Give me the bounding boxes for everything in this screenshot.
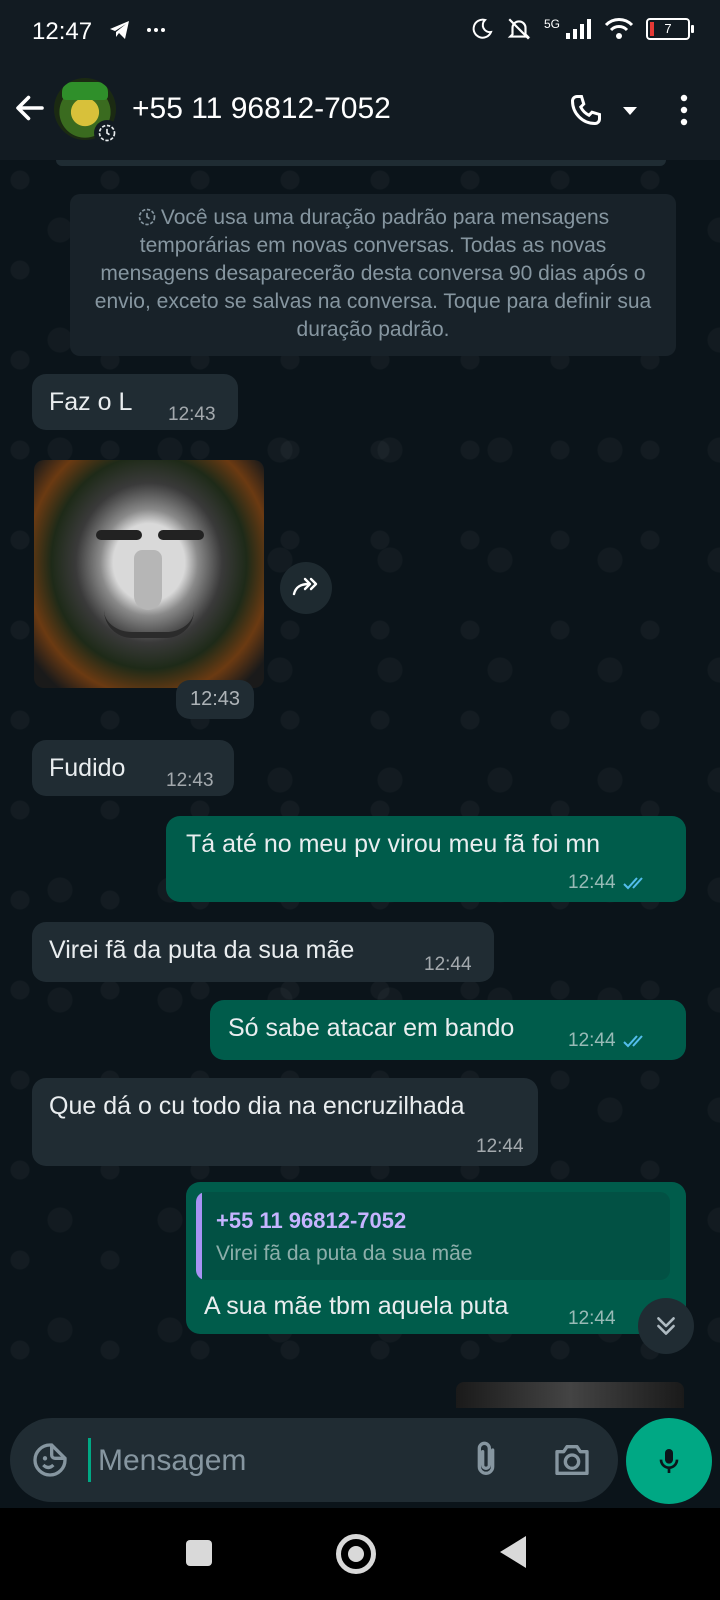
do-not-disturb-moon-icon [472, 18, 493, 39]
image-time: 12:43 [176, 680, 255, 719]
quoted-message[interactable]: +55 11 96812-7052 Virei fã da puta da su… [196, 1192, 670, 1280]
message-text: A sua mãe tbm aquela puta [204, 1292, 509, 1320]
quoted-text: Virei fã da puta da sua mãe [216, 1242, 473, 1265]
message-time: 12:44 [424, 954, 472, 975]
disappearing-messages-notice[interactable]: Você usa uma duração padrão para mensage… [70, 194, 676, 356]
wifi-icon [604, 18, 634, 39]
call-options-dropdown-icon[interactable] [620, 100, 640, 120]
attach-paperclip-icon[interactable] [466, 1438, 506, 1482]
system-back-button[interactable] [500, 1536, 526, 1568]
contact-name[interactable]: +55 11 96812-7052 [132, 92, 391, 126]
phone-call-icon[interactable] [568, 92, 604, 128]
quoted-author: +55 11 96812-7052 [216, 1208, 407, 1233]
home-button[interactable] [336, 1534, 376, 1574]
message-text: Que dá o cu todo dia na encruzilhada [49, 1092, 465, 1120]
muted-bell-icon [507, 18, 531, 40]
status-bar: 12:47 5G 7 [0, 0, 720, 64]
message-bubble-incoming[interactable]: Que dá o cu todo dia na encruzilhada 12:… [32, 1078, 538, 1166]
image-message[interactable] [34, 460, 264, 688]
message-time: 12:44 [568, 1308, 616, 1329]
voice-record-button[interactable] [626, 1418, 712, 1504]
timer-icon [138, 208, 156, 226]
notice-text: Você usa uma duração padrão para mensage… [94, 206, 652, 341]
message-time: 12:43 [166, 770, 214, 791]
message-list[interactable]: Você usa uma duração padrão para mensage… [0, 160, 720, 1408]
message-bubble-incoming[interactable]: Fudido 12:43 [32, 740, 234, 796]
image-message-partial[interactable] [456, 1382, 684, 1408]
message-time-value: 12:44 [568, 1030, 616, 1051]
system-navigation-bar [0, 1508, 720, 1600]
message-text: Tá até no meu pv virou meu fã foi mn [186, 830, 601, 858]
microphone-icon [659, 1449, 679, 1473]
composer-box [10, 1418, 618, 1502]
message-text: Fudido [49, 754, 126, 782]
message-time: 12:43 [168, 404, 216, 425]
read-receipt-icon [622, 1035, 643, 1048]
forward-icon [292, 577, 318, 596]
message-time: 12:44 [568, 872, 652, 894]
status-time: 12:47 [32, 18, 93, 45]
battery-icon: 7 [646, 18, 694, 40]
message-bubble-incoming[interactable]: Virei fã da puta da sua mãe 12:44 [32, 922, 494, 982]
more-notifications-icon [147, 28, 165, 32]
composer-bar [0, 1408, 720, 1508]
disappearing-timer-icon [94, 120, 120, 146]
message-input[interactable] [96, 1436, 450, 1486]
overflow-menu-icon[interactable] [676, 92, 692, 128]
message-bubble-outgoing[interactable]: Tá até no meu pv virou meu fã foi mn 12:… [166, 816, 686, 902]
message-text: Faz o L [49, 388, 133, 416]
sticker-emoji-icon[interactable] [30, 1440, 70, 1480]
battery-level: 7 [664, 21, 672, 36]
message-bubble-outgoing[interactable]: Só sabe atacar em bando 12:44 [210, 1000, 686, 1060]
message-text: Virei fã da puta da sua mãe [49, 936, 355, 964]
scroll-to-bottom-button[interactable] [638, 1298, 694, 1354]
camera-icon[interactable] [550, 1440, 594, 1480]
message-time: 12:44 [568, 1030, 652, 1052]
telegram-icon [110, 21, 129, 39]
message-time: 12:44 [476, 1136, 524, 1157]
network-type-label: 5G [543, 17, 560, 31]
double-chevron-down-icon [657, 1317, 675, 1335]
message-bubble-incoming[interactable]: Faz o L 12:43 [32, 374, 238, 430]
back-arrow-icon[interactable] [12, 90, 48, 126]
read-receipt-icon [622, 877, 643, 890]
message-bubble-outgoing-reply[interactable]: +55 11 96812-7052 Virei fã da puta da su… [186, 1182, 686, 1334]
message-text: Só sabe atacar em bando [228, 1014, 515, 1042]
chat-header: +55 11 96812-7052 [0, 64, 720, 160]
forward-button[interactable] [280, 562, 332, 614]
signal-icon [566, 19, 591, 39]
recents-button[interactable] [186, 1540, 212, 1566]
message-time-value: 12:44 [568, 872, 616, 893]
